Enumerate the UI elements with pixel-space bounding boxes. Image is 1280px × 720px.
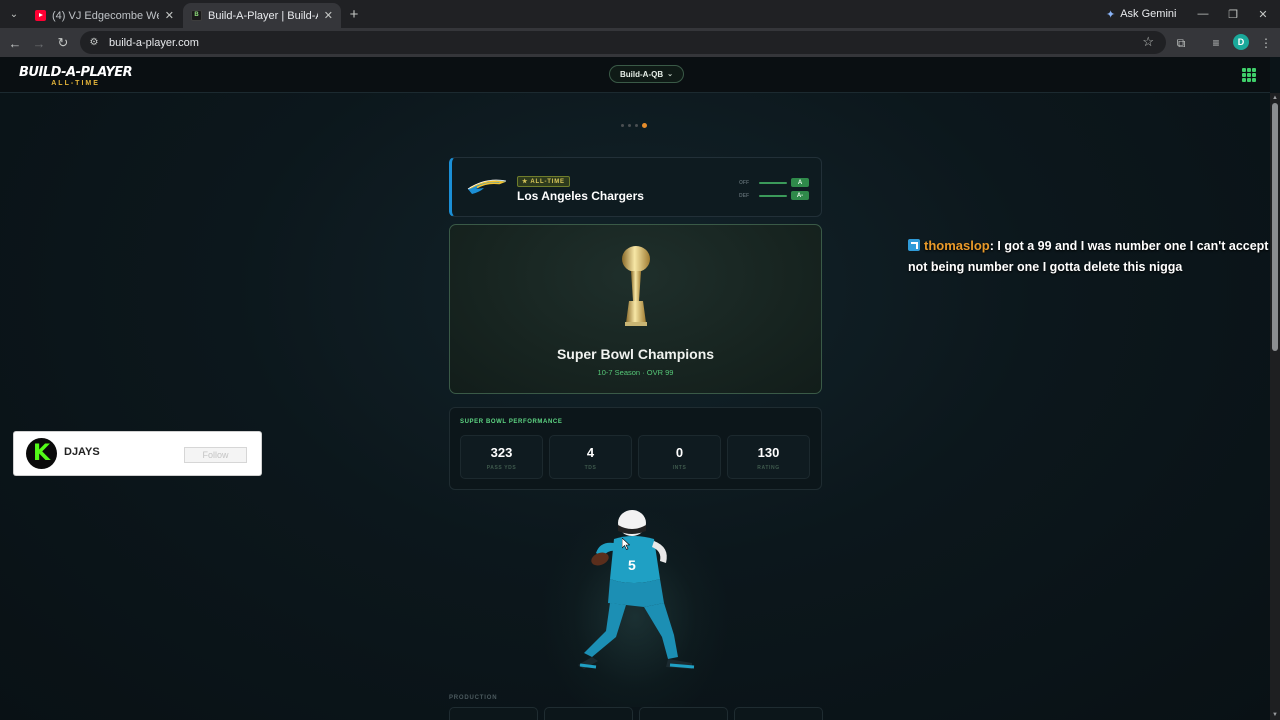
rating-bar xyxy=(759,194,787,197)
back-arrow-icon[interactable]: ← xyxy=(5,33,25,53)
chat-platform-icon xyxy=(908,239,920,251)
stat-label: INTS xyxy=(672,465,687,471)
stat-value: 0 xyxy=(675,445,684,460)
result-title: Super Bowl Champions xyxy=(556,346,715,362)
scrollbar-thumb[interactable] xyxy=(1272,103,1278,351)
site-info-icon[interactable]: ⚙ xyxy=(88,37,100,49)
minimize-icon[interactable]: — xyxy=(1193,5,1213,23)
stat-rating: 130 RATING xyxy=(727,435,810,479)
step-indicator xyxy=(621,123,647,128)
step-dot xyxy=(621,124,624,127)
page-viewport: BUILD-A-PLAYER ALL-TIME Build-A-QB ⌄ ★ A… xyxy=(0,57,1270,720)
youtube-icon xyxy=(35,10,46,21)
production-cards xyxy=(449,707,823,720)
stat-ints: 0 INTS xyxy=(638,435,721,479)
page-scrollbar[interactable]: ▲ ▼ xyxy=(1270,93,1280,720)
new-tab-button[interactable]: + xyxy=(345,5,363,23)
stat-value: 4 xyxy=(586,445,595,460)
ask-gemini-label: Ask Gemini xyxy=(1120,8,1177,20)
stat-value: 130 xyxy=(757,445,780,460)
address-bar[interactable]: ⚙ build-a-player.com ☆ xyxy=(80,31,1166,54)
tab-title: (4) VJ Edgecombe Went STRAIG xyxy=(52,9,159,22)
result-subtitle: 10-7 Season · OVR 99 xyxy=(597,368,674,377)
window-close-icon[interactable]: ✕ xyxy=(1253,5,1273,23)
team-ratings: OFF A DEF A- xyxy=(739,176,809,202)
stat-label: RATING xyxy=(757,465,780,471)
rating-label: OFF xyxy=(739,179,749,186)
profile-avatar[interactable]: D xyxy=(1233,34,1249,50)
kick-follow-widget: K DJAYS Follow xyxy=(14,432,261,475)
trophy-icon xyxy=(622,246,650,326)
kick-logo-icon: K xyxy=(26,438,57,469)
step-dot-active xyxy=(642,123,647,128)
mouse-cursor-icon xyxy=(622,538,630,550)
rating-grade: A xyxy=(791,178,809,187)
production-card xyxy=(449,707,538,720)
site-logo[interactable]: BUILD-A-PLAYER ALL-TIME xyxy=(19,65,133,87)
tab-search-chevron-icon[interactable]: ⌄ xyxy=(5,5,23,23)
production-section-label: PRODUCTION xyxy=(449,695,498,701)
stat-row: 323 PASS YDS 4 TDS 0 INTS 130 RATING xyxy=(460,435,810,479)
jersey-number: 5 xyxy=(628,557,636,573)
extensions-puzzle-icon[interactable]: ⧉ xyxy=(1171,33,1191,53)
more-menu-icon[interactable]: ⋮ xyxy=(1256,33,1276,53)
mode-selector-label: Build-A-QB xyxy=(620,69,664,79)
stat-pass-yds: 323 PASS YDS xyxy=(460,435,543,479)
production-card xyxy=(734,707,823,720)
team-name: Los Angeles Chargers xyxy=(517,189,644,203)
step-dot xyxy=(635,124,638,127)
production-card xyxy=(544,707,633,720)
browser-tab-bar: ⌄ (4) VJ Edgecombe Went STRAIG ✕ B Build… xyxy=(0,0,1280,28)
browser-tab-youtube[interactable]: (4) VJ Edgecombe Went STRAIG ✕ xyxy=(27,3,182,28)
rating-bar xyxy=(759,181,787,184)
performance-title: SUPER BOWL PERFORMANCE xyxy=(460,419,563,425)
gemini-sparkle-icon: ✦ xyxy=(1106,8,1116,21)
all-time-badge: ★ ALL-TIME xyxy=(517,176,570,187)
mode-selector-dropdown[interactable]: Build-A-QB ⌄ xyxy=(609,65,684,83)
stat-value: 323 xyxy=(490,445,513,460)
bookmark-star-icon[interactable]: ☆ xyxy=(1142,34,1154,50)
media-controls-icon[interactable]: ≡ xyxy=(1206,33,1226,53)
channel-name: DJAYS xyxy=(64,446,100,458)
logo-sub-text: ALL-TIME xyxy=(51,80,100,87)
ask-gemini-button[interactable]: ✦ Ask Gemini xyxy=(1106,5,1176,23)
logo-main-text: BUILD-A-PLAYER xyxy=(19,65,133,80)
step-dot xyxy=(628,124,631,127)
rating-label: DEF xyxy=(739,192,749,199)
stat-label: PASS YDS xyxy=(486,465,517,471)
close-icon[interactable]: ✕ xyxy=(165,9,174,22)
apps-grid-icon[interactable] xyxy=(1242,68,1256,82)
chargers-bolt-icon xyxy=(467,179,507,194)
scroll-up-icon[interactable]: ▲ xyxy=(1272,95,1278,101)
tab-title: Build-A-Player | Build-A-Bucket xyxy=(208,9,318,22)
build-a-player-icon: B xyxy=(191,10,202,21)
result-card: Super Bowl Champions 10-7 Season · OVR 9… xyxy=(449,224,822,394)
restore-icon[interactable]: ❐ xyxy=(1223,5,1243,23)
chat-username: thomaslop xyxy=(924,238,990,253)
team-card: ★ ALL-TIME Los Angeles Chargers OFF A DE… xyxy=(449,157,822,217)
quarterback-player-image: 5 xyxy=(578,510,695,669)
defense-rating: DEF A- xyxy=(739,189,809,202)
chevron-down-icon: ⌄ xyxy=(667,71,673,78)
browser-tab-build-a-player[interactable]: B Build-A-Player | Build-A-Bucket ✕ xyxy=(183,3,341,28)
chat-message-overlay: thomaslop: I got a 99 and I was number o… xyxy=(908,235,1280,278)
site-header: BUILD-A-PLAYER ALL-TIME Build-A-QB ⌄ xyxy=(0,57,1270,93)
stat-tds: 4 TDS xyxy=(549,435,632,479)
performance-card: SUPER BOWL PERFORMANCE 323 PASS YDS 4 TD… xyxy=(449,407,822,490)
offense-rating: OFF A xyxy=(739,176,809,189)
close-icon[interactable]: ✕ xyxy=(324,9,333,22)
url-text[interactable]: build-a-player.com xyxy=(109,37,199,49)
browser-toolbar: ← → ↻ ⚙ build-a-player.com ☆ ⧉ ≡ D ⋮ xyxy=(0,28,1280,57)
scroll-down-icon[interactable]: ▼ xyxy=(1272,712,1278,718)
reload-icon[interactable]: ↻ xyxy=(53,33,73,53)
production-card xyxy=(639,707,728,720)
forward-arrow-icon[interactable]: → xyxy=(29,33,49,53)
rating-grade: A- xyxy=(791,191,809,200)
follow-button[interactable]: Follow xyxy=(184,447,247,463)
stat-label: TDS xyxy=(584,465,597,471)
